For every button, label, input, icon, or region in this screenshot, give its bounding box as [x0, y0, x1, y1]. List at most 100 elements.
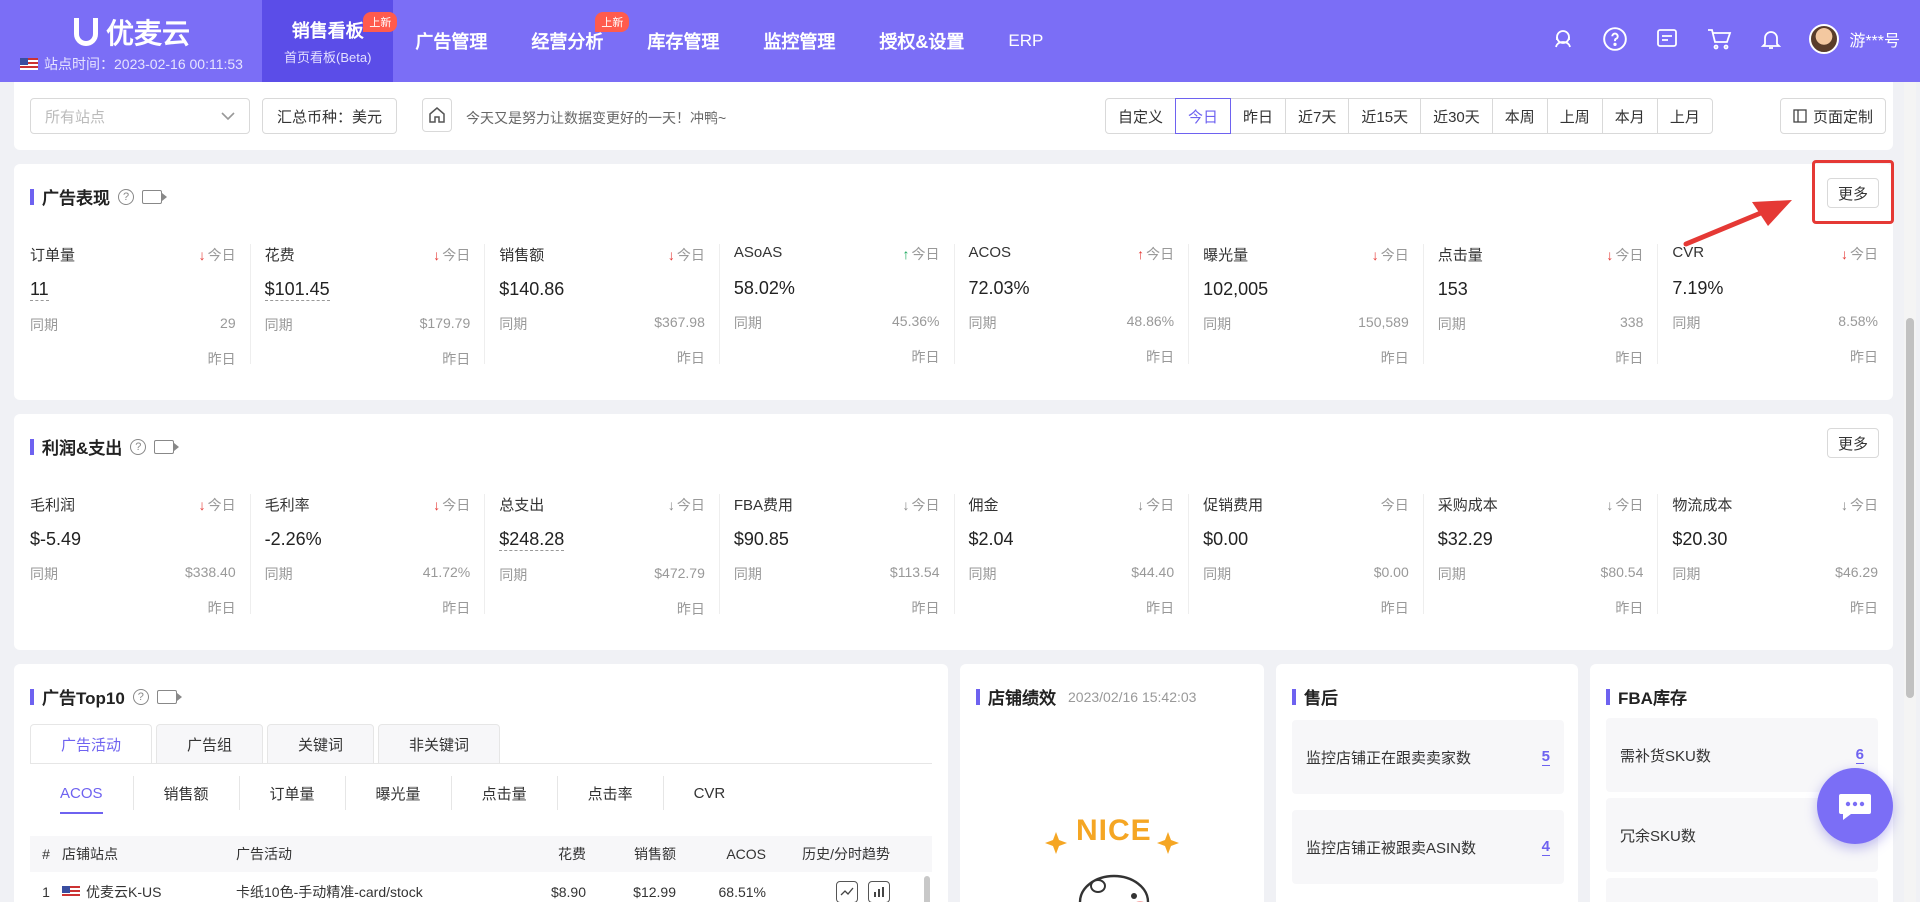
store-performance-time: 2023/02/16 15:42:03: [1068, 688, 1197, 705]
after-sales-item[interactable]: 监控店铺正在跟卖卖家数 5: [1292, 720, 1564, 794]
metric-period: 今日: [1850, 246, 1878, 262]
nav-ad-management[interactable]: 广告管理: [393, 0, 509, 82]
arrow-up-icon: ↑: [902, 246, 910, 262]
date-range-custom[interactable]: 自定义: [1105, 98, 1177, 134]
date-range-yesterday[interactable]: 昨日: [1230, 98, 1287, 134]
table-row[interactable]: 1 优麦云K-US 卡纸10色-手动精准-card/stock $8.90 $1…: [30, 872, 932, 902]
nav-inventory[interactable]: 库存管理: [625, 0, 741, 82]
metric-sub-label: 昨日: [1615, 350, 1644, 366]
metric-compare: 同期 8.58%: [1672, 313, 1878, 333]
nav-monitoring[interactable]: 监控管理: [741, 0, 857, 82]
row-campaign[interactable]: 卡纸10色-手动精准-card/stock: [236, 882, 506, 902]
metric-cell[interactable]: 毛利润 ↓ 今日 $-5.49 同期 $338.40 昨日: [30, 494, 251, 616]
date-range-7d[interactable]: 近7天: [1285, 98, 1350, 134]
metric-cell[interactable]: FBA费用 ↓ 今日 $90.85 同期 $113.54 昨日: [720, 494, 955, 616]
item-count[interactable]: 6: [1855, 746, 1864, 764]
date-range-last-month[interactable]: 上月: [1656, 98, 1713, 134]
metric-cell[interactable]: 花费 ↓ 今日 $101.45 同期 $179.79 昨日: [251, 244, 486, 367]
item-count[interactable]: 5: [1541, 748, 1550, 766]
metric-sub-label: 昨日: [1146, 349, 1175, 365]
nav-erp[interactable]: ERP: [986, 0, 1065, 82]
metric-value[interactable]: $101.45: [264, 279, 330, 301]
chat-support-button[interactable]: [1817, 768, 1893, 844]
tab-non-keyword[interactable]: 非关键词: [378, 724, 501, 764]
table-scrollbar[interactable]: [924, 876, 930, 902]
tab-ad-group[interactable]: 广告组: [156, 724, 264, 764]
metric-header: FBA费用 ↓ 今日: [734, 494, 940, 515]
line-chart-icon[interactable]: [836, 881, 858, 902]
item-label: 监控店铺正被跟卖ASIN数: [1306, 839, 1477, 857]
metric-cell[interactable]: CVR ↓ 今日 7.19% 同期 8.58% 昨日: [1658, 244, 1892, 365]
date-range-15d[interactable]: 近15天: [1348, 98, 1422, 134]
date-range-this-month[interactable]: 本月: [1601, 98, 1658, 134]
metric-cell[interactable]: ASoAS ↑ 今日 58.02% 同期 45.36% 昨日: [720, 244, 955, 365]
page-customize-button[interactable]: 页面定制: [1780, 98, 1887, 134]
currency-select[interactable]: 汇总币种：美元: [262, 98, 398, 134]
subtab-acos[interactable]: ACOS: [30, 776, 134, 814]
bell-icon[interactable]: [1757, 25, 1785, 53]
metric-compare: 同期 45.36%: [734, 313, 940, 333]
help-icon[interactable]: ?: [118, 188, 134, 205]
user-name: 游***号: [1849, 33, 1900, 50]
metric-cell[interactable]: ACOS ↑ 今日 72.03% 同期 48.86% 昨日: [955, 244, 1190, 365]
app-logo[interactable]: 优麦云: [74, 12, 190, 52]
tab-keyword[interactable]: 关键词: [267, 724, 375, 764]
subtab-ctr[interactable]: 点击率: [558, 776, 664, 810]
nav-sales-dashboard[interactable]: 销售看板 首页看板(Beta) 上新: [262, 0, 398, 82]
after-sales-item[interactable]: 监控店铺正被跟卖ASIN数 4: [1292, 810, 1564, 884]
date-range-this-week[interactable]: 本周: [1491, 98, 1548, 134]
help-icon[interactable]: ?: [130, 438, 147, 455]
metric-cell[interactable]: 采购成本 ↓ 今日 $32.29 同期 $80.54 昨日: [1424, 494, 1659, 616]
nav-auth-settings[interactable]: 授权&设置: [857, 0, 986, 82]
subtab-orders[interactable]: 订单量: [240, 776, 346, 810]
metric-cell[interactable]: 毛利率 ↓ 今日 -2.26% 同期 41.72% 昨日: [251, 494, 486, 616]
col-spend[interactable]: 花费: [506, 844, 586, 864]
headset-icon[interactable]: [1549, 25, 1577, 53]
date-range-last-week[interactable]: 上周: [1546, 98, 1603, 134]
more-button[interactable]: 更多: [1826, 428, 1879, 458]
video-icon[interactable]: [156, 689, 182, 704]
metric-value[interactable]: $248.28: [499, 529, 565, 551]
video-icon[interactable]: [142, 189, 167, 204]
compare-value: 338: [1620, 314, 1644, 330]
arrow-down-icon: ↓: [667, 246, 675, 263]
col-sales[interactable]: 销售额: [586, 844, 676, 864]
tab-campaign[interactable]: 广告活动: [30, 724, 153, 764]
bar-chart-icon[interactable]: [868, 881, 890, 902]
metric-cell[interactable]: 订单量 ↓ 今日 11 同期 29 昨日: [30, 244, 251, 367]
nav-business-analysis[interactable]: 经营分析 上新: [509, 0, 630, 82]
metric-cell[interactable]: 促销费用 今日 $0.00 同期 $0.00 昨日: [1189, 494, 1424, 616]
video-icon[interactable]: [154, 439, 180, 454]
item-count[interactable]: 4: [1541, 838, 1550, 856]
site-select[interactable]: 所有站点: [30, 98, 250, 134]
help-icon[interactable]: ?: [132, 688, 149, 705]
home-button[interactable]: [422, 98, 452, 132]
metric-compare: 同期 $338.40: [30, 564, 236, 584]
metric-cell[interactable]: 曝光量 ↓ 今日 102,005 同期 150,589 昨日: [1189, 244, 1424, 366]
date-range-30d[interactable]: 近30天: [1420, 98, 1493, 134]
metric-cell[interactable]: 物流成本 ↓ 今日 $20.30 同期 $46.29 昨日: [1658, 494, 1892, 617]
subtab-sales[interactable]: 销售额: [134, 776, 240, 810]
metric-period: 今日: [1615, 496, 1644, 513]
col-acos[interactable]: ACOS: [676, 846, 766, 862]
metric-sub-label: 昨日: [1380, 600, 1409, 616]
fba-item[interactable]: [1606, 878, 1878, 902]
subtab-impressions[interactable]: 曝光量: [346, 776, 452, 810]
metric-sub-label: 昨日: [1850, 600, 1878, 616]
subtab-clicks[interactable]: 点击量: [452, 776, 558, 810]
message-icon[interactable]: [1653, 25, 1681, 53]
subtab-cvr[interactable]: CVR: [664, 776, 756, 810]
page-scrollbar-thumb[interactable]: [1906, 318, 1914, 698]
cart-icon[interactable]: [1705, 25, 1733, 53]
metric-cell[interactable]: 点击量 ↓ 今日 153 同期 338 昨日: [1424, 244, 1659, 366]
site-time-label: 站点时间：2023-02-16 00:11:53: [44, 56, 243, 72]
metric-label: 毛利率: [264, 497, 310, 514]
metric-cell[interactable]: 佣金 ↓ 今日 $2.04 同期 $44.40 昨日: [955, 494, 1190, 616]
metric-cell[interactable]: 总支出 ↓ 今日 $248.28 同期 $472.79 昨日: [485, 494, 720, 617]
date-range-today[interactable]: 今日: [1175, 98, 1232, 134]
help-icon[interactable]: [1601, 25, 1629, 53]
user-menu[interactable]: 游***号: [1809, 24, 1900, 54]
metric-value[interactable]: 11: [30, 279, 49, 301]
metric-cell[interactable]: 销售额 ↓ 今日 $140.86 同期 $367.98 昨日: [485, 244, 720, 366]
compare-label: 同期: [733, 566, 762, 582]
